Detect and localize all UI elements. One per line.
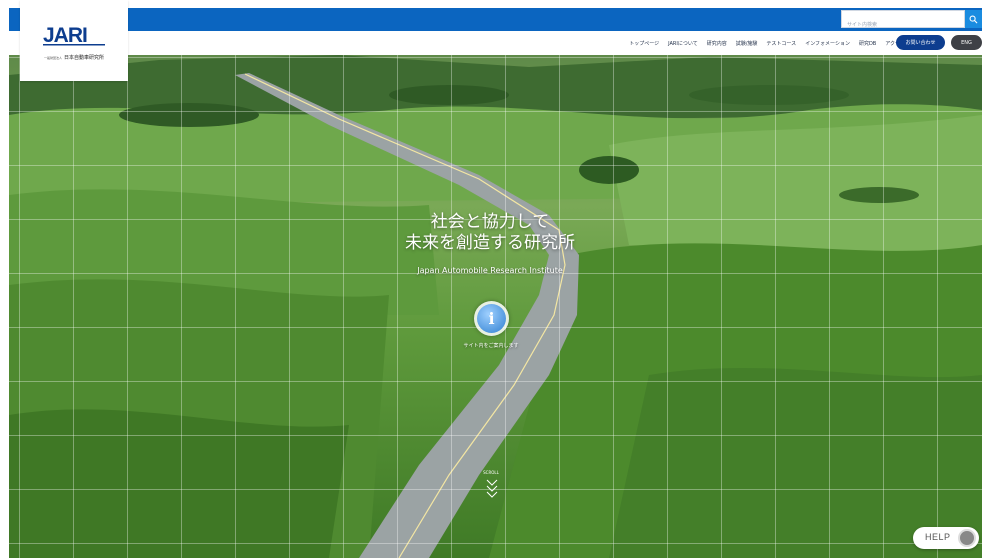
nav-item-research[interactable]: 研究内容 bbox=[707, 40, 727, 47]
nav-item-information[interactable]: インフォメーション bbox=[805, 40, 850, 47]
search-button[interactable] bbox=[965, 10, 982, 28]
toggle-knob-icon bbox=[958, 529, 976, 547]
logo-name: 日本自動車研究所 bbox=[64, 55, 105, 61]
tagline-line-2: 未来を創造する研究所 bbox=[405, 233, 575, 253]
site-guide-caption: サイト内をご案内します bbox=[463, 343, 519, 349]
nav-item-testing[interactable]: 試験/施験 bbox=[736, 40, 758, 47]
scroll-down-icon[interactable] bbox=[486, 478, 498, 498]
tagline-line-1: 社会と協力して bbox=[430, 212, 550, 232]
scroll-label: SCROLL bbox=[483, 470, 499, 475]
logo[interactable]: JARI 一般財団法人 日本自動車研究所 bbox=[20, 0, 128, 81]
top-bar bbox=[9, 8, 982, 31]
search-icon bbox=[969, 15, 978, 23]
logo-caption: 一般財団法人 日本自動車研究所 bbox=[20, 54, 128, 61]
search-box bbox=[841, 10, 965, 33]
logo-prefix: 一般財団法人 bbox=[43, 56, 62, 60]
nav-item-top[interactable]: トップページ bbox=[629, 40, 659, 47]
nav-item-test-course[interactable]: テストコース bbox=[766, 40, 796, 47]
help-label: HELP bbox=[925, 532, 951, 542]
main-nav: トップページ JARIについて 研究内容 試験/施験 テストコース インフォメー… bbox=[629, 31, 905, 55]
jari-logo-mark: JARI bbox=[43, 24, 105, 46]
site-guide-button[interactable]: i bbox=[474, 301, 509, 336]
contact-button[interactable]: お問い合わせ bbox=[896, 35, 945, 50]
hero-tagline: 社会と協力して 未来を創造する研究所 bbox=[340, 212, 640, 254]
help-toggle[interactable]: HELP bbox=[913, 527, 979, 549]
svg-text:JARI: JARI bbox=[43, 24, 87, 46]
info-icon: i bbox=[477, 304, 506, 333]
nav-item-research-db[interactable]: 研究DB bbox=[859, 40, 876, 47]
english-button[interactable]: ENG bbox=[951, 35, 982, 50]
nav-item-about[interactable]: JARIについて bbox=[668, 40, 698, 47]
hero-tagline-en: Japan Automobile Research Institute bbox=[417, 266, 563, 275]
